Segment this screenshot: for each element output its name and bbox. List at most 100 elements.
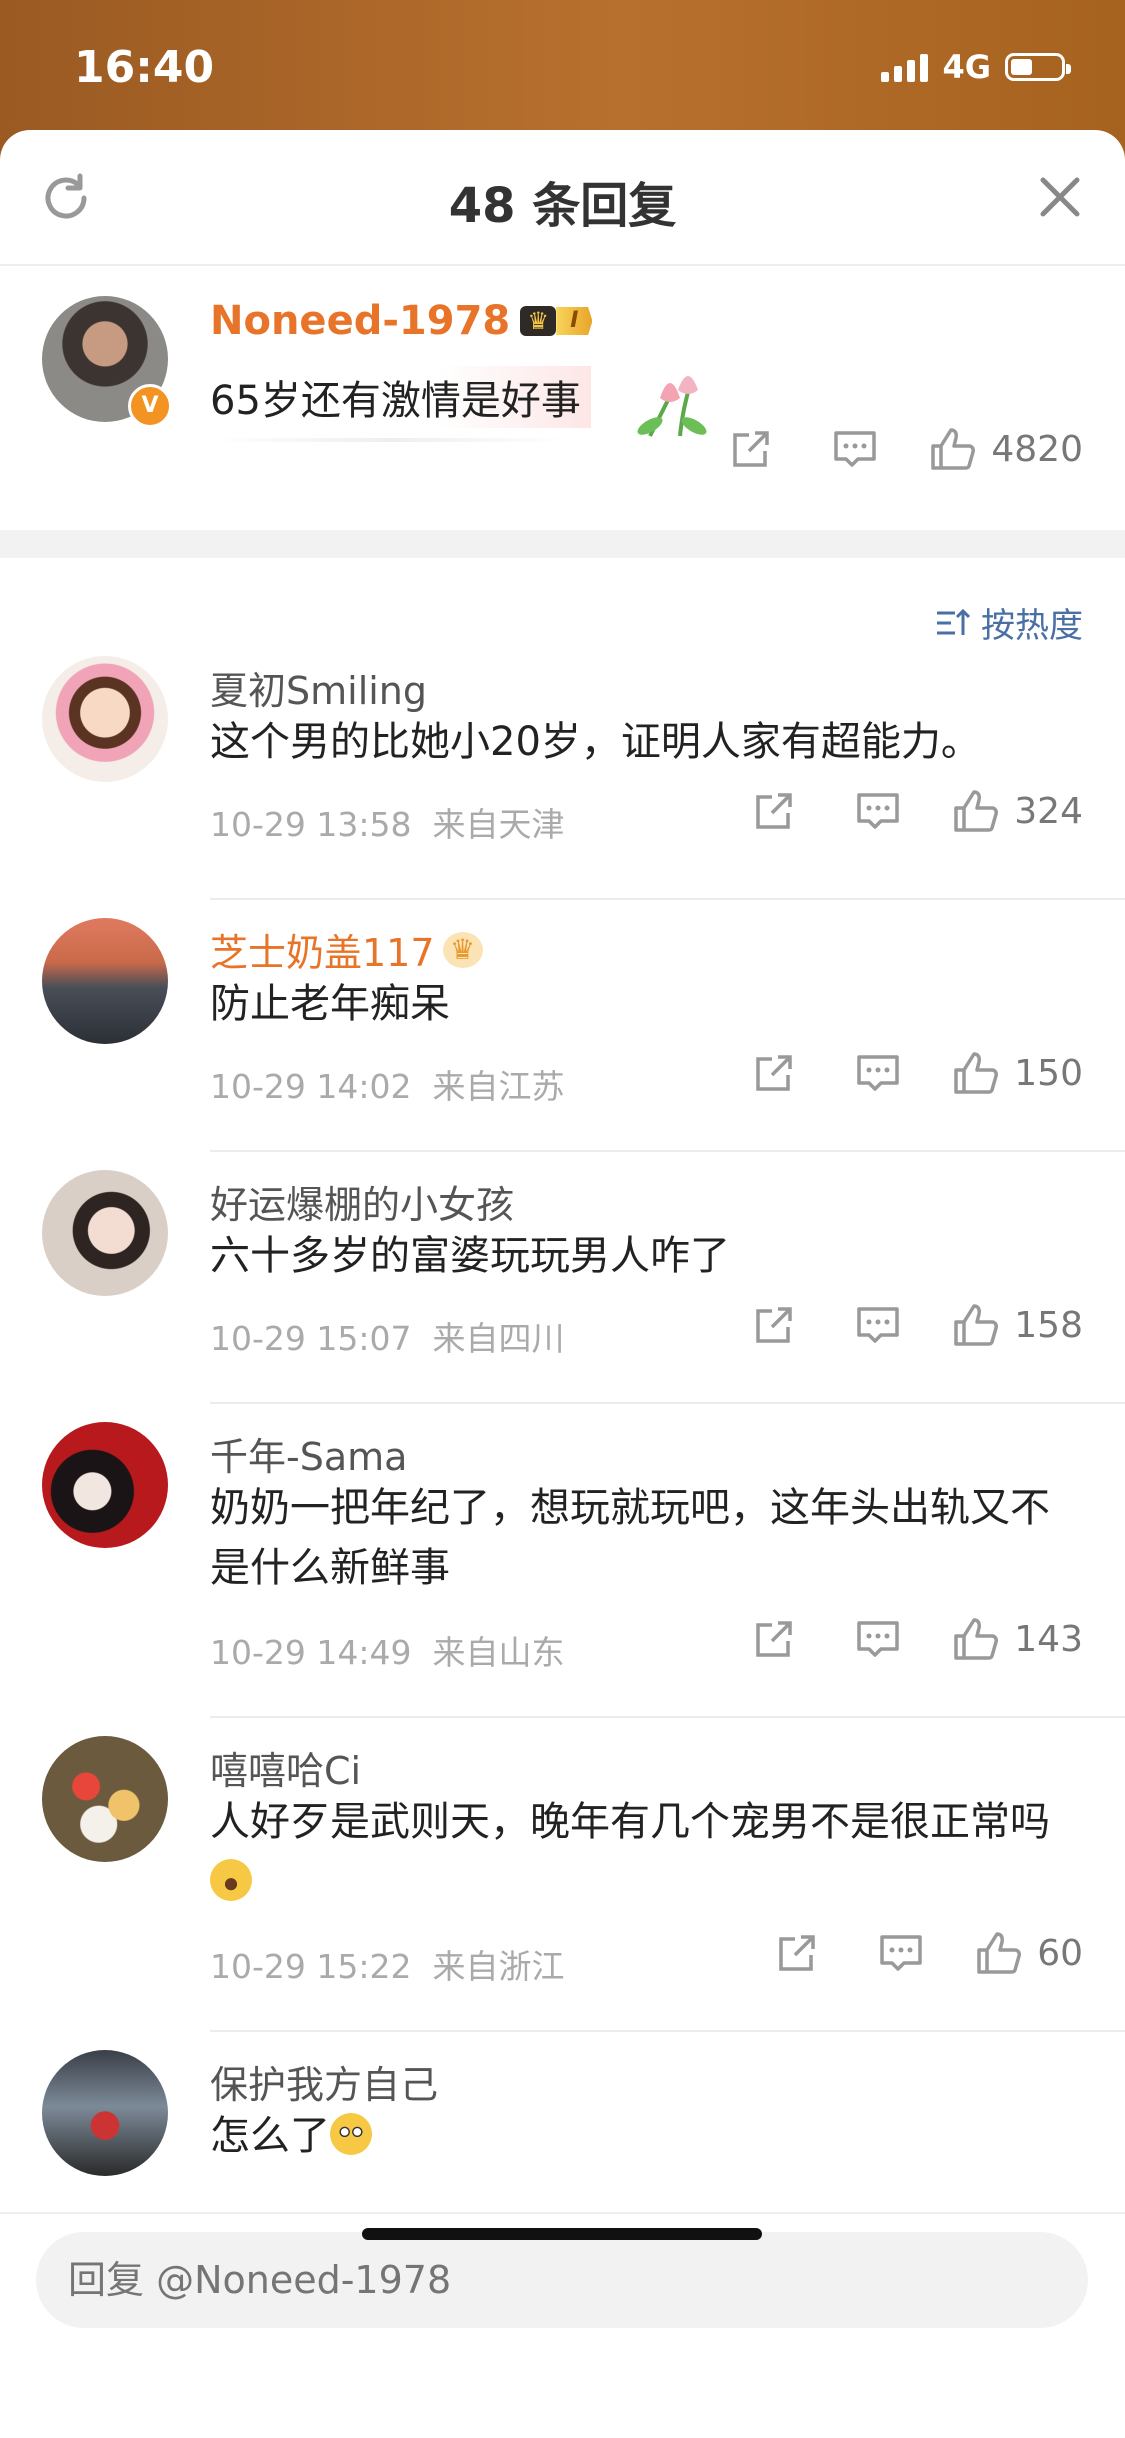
comment-item: 嘻嘻哈Ci 人好歹是武则天，晚年有几个宠男不是很正常吗 10-29 15:22 … — [0, 1718, 1125, 2032]
comment-icon — [857, 1055, 900, 1091]
status-time: 16:40 — [74, 42, 215, 93]
share-button[interactable] — [744, 1303, 804, 1347]
reply-input[interactable] — [36, 2232, 1088, 2328]
comment-text: 奶奶一把年纪了，想玩就玩吧，这年头出轨又不是什么新鲜事 — [210, 1485, 1050, 1591]
like-count: 158 — [1014, 1304, 1083, 1346]
comment-author[interactable]: 芝士奶盖117 ♛ — [210, 922, 483, 977]
share-icon — [756, 1055, 793, 1091]
share-icon — [779, 1935, 815, 1971]
sort-label: 按热度 — [981, 606, 1083, 646]
comment-item: 千年-Sama 奶奶一把年纪了，想玩就玩吧，这年头出轨又不是什么新鲜事 10-2… — [0, 1404, 1125, 1718]
like-count: 143 — [1014, 1618, 1083, 1660]
comment-meta: 10-29 13:58 来自天津 — [210, 798, 564, 846]
comment-meta: 10-29 14:49 来自山东 — [210, 1626, 564, 1674]
author-name[interactable]: Noneed-1978 — [210, 298, 510, 344]
share-icon — [756, 793, 793, 829]
comment-meta: 10-29 15:07 来自四川 — [210, 1312, 564, 1360]
like-button[interactable]: 60 — [975, 1930, 1083, 1976]
comment-button[interactable] — [848, 1617, 908, 1661]
comment-meta: 10-29 14:02 来自江苏 — [210, 1060, 564, 1108]
like-count: 4820 — [991, 428, 1083, 470]
avatar[interactable] — [42, 1170, 168, 1296]
battery-icon — [1005, 53, 1071, 81]
comment-button[interactable] — [848, 789, 908, 833]
comment-author[interactable]: 保护我方自己 — [210, 2054, 438, 2109]
comment-text: 65岁还有激情是好事 — [210, 366, 591, 428]
share-button[interactable] — [744, 789, 804, 833]
comment-actions: 60 — [767, 1930, 1083, 1976]
share-icon — [756, 1307, 793, 1343]
sort-icon — [937, 608, 971, 635]
flushed-emoji-icon — [330, 2113, 372, 2155]
comment-date: 10-29 14:49 — [210, 1633, 412, 1672]
thumbs-up-icon — [954, 1304, 999, 1346]
comment-date: 10-29 15:07 — [210, 1319, 412, 1358]
like-button[interactable]: 150 — [952, 1050, 1083, 1096]
sort-button[interactable]: 按热度 — [935, 598, 1083, 647]
comment-button[interactable] — [871, 1931, 931, 1975]
comment-actions: 143 — [744, 1616, 1083, 1662]
comment-author[interactable]: 好运爆棚的小女孩 — [210, 1174, 514, 1229]
comment-author[interactable]: 夏初Smiling — [210, 660, 427, 715]
comment-item: 夏初Smiling 这个男的比她小20岁，证明人家有超能力。 10-29 13:… — [0, 648, 1125, 900]
like-button[interactable]: 324 — [952, 788, 1083, 834]
avatar[interactable] — [42, 656, 168, 782]
comment-text: 这个男的比她小20岁，证明人家有超能力。 — [210, 719, 981, 765]
comment-icon — [857, 793, 900, 829]
sheet-header: 48 条回复 — [0, 130, 1125, 266]
home-indicator[interactable] — [362, 2228, 762, 2240]
like-count: 60 — [1037, 1932, 1083, 1974]
thumbs-up-icon — [954, 1618, 999, 1660]
share-button[interactable] — [721, 427, 781, 471]
thumbs-up-icon — [954, 1052, 999, 1094]
share-button[interactable] — [767, 1931, 827, 1975]
like-button[interactable]: 158 — [952, 1302, 1083, 1348]
avatar[interactable] — [42, 1736, 168, 1862]
comment-date: 10-29 15:22 — [210, 1947, 412, 1986]
comment-button[interactable] — [825, 427, 885, 471]
comment-icon — [857, 1621, 900, 1657]
comment-location: 来自山东 — [432, 1633, 565, 1672]
avatar[interactable] — [42, 1422, 168, 1548]
comment-author[interactable]: 嘻嘻哈Ci — [210, 1740, 361, 1795]
thumbs-up-icon — [931, 428, 976, 470]
avatar[interactable] — [42, 2050, 168, 2176]
comment-button[interactable] — [848, 1051, 908, 1095]
comment-text-content: 怎么了 — [210, 2113, 330, 2159]
like-count: 150 — [1014, 1052, 1083, 1094]
divider — [210, 438, 570, 442]
laughing-crying-emoji-icon — [210, 1859, 252, 1901]
thumbs-up-icon — [954, 790, 999, 832]
share-icon — [733, 431, 770, 467]
like-button[interactable]: 143 — [952, 1616, 1083, 1662]
network-type: 4G — [942, 48, 991, 86]
comment-actions: 158 — [744, 1302, 1083, 1348]
comment-item: 芝士奶盖117 ♛ 防止老年痴呆 10-29 14:02 来自江苏 150 — [0, 900, 1125, 1152]
comment-actions: 150 — [744, 1050, 1083, 1096]
comment-text: 人好歹是武则天，晚年有几个宠男不是很正常吗 — [210, 1792, 1085, 1912]
crown-icon: ♛ — [442, 931, 483, 968]
share-button[interactable] — [744, 1051, 804, 1095]
comment-author[interactable]: 千年-Sama — [210, 1426, 407, 1481]
comment-button[interactable] — [848, 1303, 908, 1347]
like-button[interactable]: 4820 — [929, 426, 1083, 472]
comment-author[interactable]: Noneed-1978 ♛ I — [210, 298, 593, 344]
status-bar: 16:40 4G — [0, 0, 1125, 130]
author-name[interactable]: 芝士奶盖117 — [210, 922, 435, 977]
comment-location: 来自天津 — [432, 805, 565, 844]
section-separator — [0, 530, 1125, 558]
comment-icon — [880, 1935, 922, 1971]
share-button[interactable] — [744, 1617, 804, 1661]
comment-location: 来自浙江 — [432, 1947, 565, 1986]
comment-text: 怎么了 — [210, 2106, 1085, 2166]
comment-date: 10-29 13:58 — [210, 805, 412, 844]
close-icon[interactable] — [1035, 172, 1085, 222]
avatar[interactable] — [42, 918, 168, 1044]
comment-item: 好运爆棚的小女孩 六十多岁的富婆玩玩男人咋了 10-29 15:07 来自四川 … — [0, 1152, 1125, 1404]
tulip-decoration-icon — [637, 376, 707, 437]
comment-text: 六十多岁的富婆玩玩男人咋了 — [210, 1233, 730, 1279]
comment-location: 来自四川 — [432, 1319, 565, 1358]
crown-icon: ♛ — [520, 306, 557, 336]
comment-item: 保护我方自己 怎么了 — [0, 2032, 1125, 2192]
comment-meta: 10-29 15:22 来自浙江 — [210, 1940, 564, 1988]
